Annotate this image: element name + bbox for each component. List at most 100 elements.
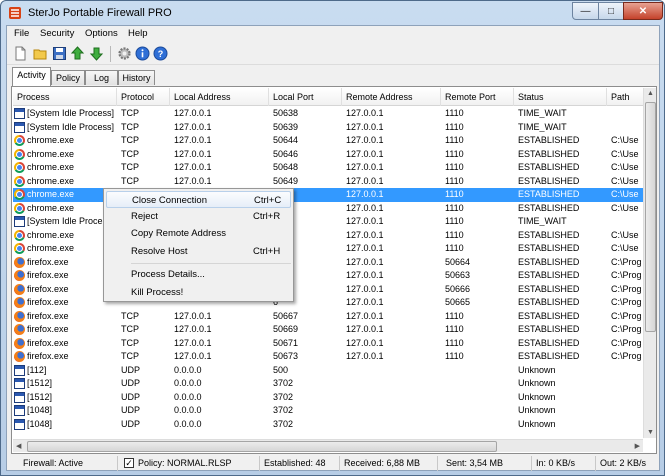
menu-help[interactable]: Help — [128, 28, 148, 39]
table-row[interactable]: chrome.exe TCP 127.0.0.1 50649 127.0.0.1 1110… — [13, 175, 643, 189]
cell-process: firefox.exe — [27, 351, 69, 361]
arrow-up-icon[interactable] — [70, 46, 85, 61]
col-protocol[interactable]: Protocol — [117, 88, 170, 106]
cell-remote-port: 1110 — [445, 162, 464, 172]
ctx-kill-process[interactable]: Kill Process! — [106, 284, 291, 301]
cell-process: chrome.exe — [27, 202, 75, 213]
firefox-icon — [14, 270, 25, 281]
cell-protocol: TCP — [121, 351, 139, 361]
vertical-scrollbar[interactable]: ▲ ▼ — [643, 88, 656, 438]
ctx-label: Kill Process! — [131, 287, 184, 298]
cell-path: C:\Use — [611, 148, 639, 159]
cell-protocol: TCP — [121, 310, 139, 321]
cell-remote-port: 50663 — [445, 270, 471, 280]
col-local-address[interactable]: Local Address — [170, 88, 269, 106]
cell-status: Unknown — [518, 418, 556, 429]
cell-path: C:\Prog — [611, 283, 642, 294]
title-bar[interactable]: SterJo Portable Firewall PRO — □ ✕ — [1, 1, 664, 25]
col-status[interactable]: Status — [514, 88, 607, 106]
vertical-scroll-thumb[interactable] — [645, 102, 656, 332]
ctx-label: Resolve Host — [131, 246, 188, 257]
ctx-reject[interactable]: Reject Ctrl+R — [106, 208, 291, 225]
tab-policy[interactable]: Policy — [51, 70, 85, 85]
cell-path: C:\Prog — [611, 270, 642, 280]
cell-remote-port: 1110 — [445, 243, 464, 253]
horizontal-scrollbar[interactable]: ◀ ▶ — [13, 439, 643, 452]
menu-options[interactable]: Options — [85, 28, 118, 39]
table-row[interactable]: chrome.exe TCP 127.0.0.1 50648 127.0.0.1 1110… — [13, 161, 643, 175]
scroll-left-icon[interactable]: ◀ — [16, 442, 21, 450]
cell-remote-address: 127.0.0.1 — [346, 148, 384, 159]
open-icon[interactable] — [33, 46, 48, 61]
scroll-down-icon[interactable]: ▼ — [647, 429, 654, 436]
policy-checkbox[interactable]: ✓ — [124, 458, 134, 468]
cell-status: ESTABLISHED — [518, 202, 580, 213]
ctx-close-connection[interactable]: Close Connection Ctrl+C — [106, 191, 291, 208]
window-icon — [14, 405, 25, 416]
help-icon[interactable]: ? — [153, 46, 168, 61]
cell-remote-port: 1110 — [445, 216, 464, 226]
col-local-port[interactable]: Local Port — [269, 88, 342, 106]
tab-log[interactable]: Log — [85, 70, 118, 85]
horizontal-scroll-thumb[interactable] — [27, 441, 497, 452]
scroll-up-icon[interactable]: ▲ — [647, 90, 654, 97]
cell-status: ESTABLISHED — [518, 229, 580, 240]
cell-status: ESTABLISHED — [518, 175, 580, 186]
cell-protocol: TCP — [121, 148, 139, 159]
gear-icon[interactable] — [117, 46, 132, 61]
save-icon[interactable] — [52, 46, 67, 61]
new-icon[interactable] — [13, 46, 28, 61]
cell-local-port: 50639 — [273, 121, 299, 132]
table-row[interactable]: firefox.exe TCP 127.0.0.1 50673 127.0.0.1 111… — [13, 350, 643, 364]
window-icon — [14, 418, 25, 430]
table-row[interactable]: firefox.exe TCP 127.0.0.1 50667 127.0.0.1 111… — [13, 310, 643, 324]
info-icon[interactable] — [135, 46, 150, 61]
table-row[interactable]: [System Idle Process] TCP 127.0.0.1 50639 12… — [13, 121, 643, 135]
cell-protocol: TCP — [121, 337, 139, 348]
list-header: Process Protocol Local Address Local Por… — [13, 88, 643, 106]
cell-path: C:\Use — [611, 202, 639, 213]
cell-remote-address: 127.0.0.1 — [346, 324, 384, 334]
table-row[interactable]: [System Idle Process] TCP 127.0.0.1 50638 12… — [13, 107, 643, 121]
table-row[interactable]: [1512] UDP 0.0.0.0 3702 Unknown — [13, 391, 643, 405]
table-row[interactable]: [1048] UDP 0.0.0.0 3702 Unknown — [13, 404, 643, 418]
status-bar: Firewall: Active ✓ Policy: NORMAL.RLSP E… — [7, 456, 659, 471]
scroll-right-icon[interactable]: ▶ — [635, 442, 640, 450]
ctx-resolve-host[interactable]: Resolve Host Ctrl+H — [106, 243, 291, 260]
table-row[interactable]: firefox.exe TCP 127.0.0.1 50669 127.0.0.1 111… — [13, 323, 643, 337]
table-row[interactable]: [1512] UDP 0.0.0.0 3702 Unknown — [13, 377, 643, 391]
cell-local-port: 50638 — [273, 108, 299, 118]
ctx-copy-remote-address[interactable]: Copy Remote Address — [106, 225, 291, 242]
cell-remote-port: 1110 — [445, 189, 464, 199]
cell-process: firefox.exe — [27, 297, 69, 307]
table-row[interactable]: chrome.exe TCP 127.0.0.1 50646 127.0.0.1 1110… — [13, 148, 643, 162]
cell-local-address: 127.0.0.1 — [174, 337, 212, 348]
cell-local-address: 127.0.0.1 — [174, 148, 212, 159]
firefox-icon — [14, 351, 25, 362]
firefox-icon — [14, 283, 25, 295]
cell-local-address: 0.0.0.0 — [174, 418, 202, 429]
col-process[interactable]: Process — [13, 88, 117, 106]
cell-status: ESTABLISHED — [518, 148, 580, 159]
menu-file[interactable]: File — [14, 28, 29, 39]
firefox-icon — [14, 337, 25, 349]
cell-remote-port: 50665 — [445, 297, 471, 307]
menu-security[interactable]: Security — [40, 28, 74, 39]
table-row[interactable]: firefox.exe TCP 127.0.0.1 50671 127.0.0.1 111… — [13, 337, 643, 351]
close-button[interactable]: ✕ — [623, 2, 663, 20]
tab-activity[interactable]: Activity — [12, 67, 51, 86]
cell-status: ESTABLISHED — [518, 135, 580, 145]
minimize-button[interactable]: — — [572, 2, 599, 20]
col-path[interactable]: Path — [607, 88, 643, 106]
maximize-button[interactable]: □ — [598, 2, 624, 20]
col-remote-address[interactable]: Remote Address — [342, 88, 441, 106]
tab-history[interactable]: History — [118, 70, 155, 85]
cell-status: Unknown — [518, 378, 556, 388]
col-remote-port[interactable]: Remote Port — [441, 88, 514, 106]
ctx-process-details[interactable]: Process Details... — [106, 266, 291, 283]
table-row[interactable]: [1048] UDP 0.0.0.0 3702 Unknown — [13, 418, 643, 432]
table-row[interactable]: chrome.exe TCP 127.0.0.1 50644 127.0.0.1 1110… — [13, 134, 643, 148]
arrow-down-icon[interactable] — [89, 46, 104, 61]
cell-status: TIME_WAIT — [518, 108, 567, 118]
table-row[interactable]: [112] UDP 0.0.0.0 500 Unknown — [13, 364, 643, 378]
